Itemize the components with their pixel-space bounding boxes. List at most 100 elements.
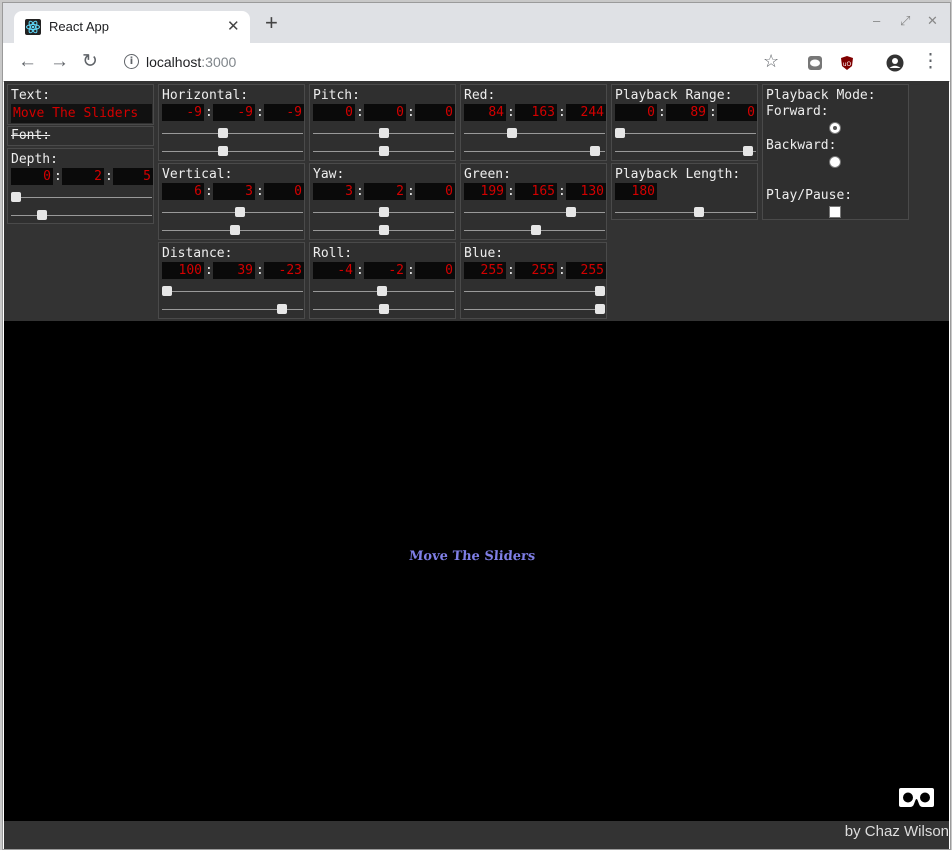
red-value-3[interactable]: 244 <box>566 104 606 121</box>
profile-icon[interactable] <box>886 54 904 72</box>
blue-value-1[interactable]: 255 <box>464 262 506 279</box>
depth-slider-2[interactable] <box>37 210 48 220</box>
font-label[interactable]: Font: <box>11 128 50 143</box>
depth-value-2[interactable]: 2 <box>62 168 104 185</box>
blue-slider-1[interactable] <box>595 286 605 296</box>
forward-label: Forward: <box>766 104 829 119</box>
playback-length-value[interactable]: 180 <box>615 183 657 200</box>
restore-icon[interactable]: ⤢ <box>900 13 910 29</box>
yaw-slider-2[interactable] <box>378 225 389 235</box>
roll-slider-2[interactable] <box>378 304 389 314</box>
playback-range-panel: Playback Range: 0:89:0 <box>611 84 758 161</box>
reload-icon[interactable]: ↻ <box>82 52 98 71</box>
blue-value-3[interactable]: 255 <box>566 262 606 279</box>
blue-slider-2[interactable] <box>595 304 605 314</box>
red-slider-2[interactable] <box>589 146 600 156</box>
forward-radio[interactable] <box>829 122 841 134</box>
separator: : <box>507 105 515 120</box>
pitch-value-3[interactable]: 0 <box>415 104 455 121</box>
distance-slider-2[interactable] <box>277 304 288 314</box>
depth-slider-1[interactable] <box>11 192 21 202</box>
green-slider-1[interactable] <box>566 207 577 217</box>
vertical-value-2[interactable]: 3 <box>213 183 255 200</box>
close-window-icon[interactable]: ✕ <box>927 13 938 29</box>
back-icon[interactable]: ← <box>18 52 37 71</box>
horizontal-slider-1[interactable] <box>218 128 229 138</box>
red-value-1[interactable]: 84 <box>464 104 506 121</box>
extension-chat-icon[interactable] <box>807 55 823 71</box>
text-label: Text: <box>11 88 51 103</box>
separator: : <box>507 184 515 199</box>
green-value-3[interactable]: 130 <box>566 183 606 200</box>
green-panel: Green: 199:165:130 <box>460 163 607 240</box>
red-slider-1[interactable] <box>507 128 518 138</box>
green-label: Green: <box>464 167 511 182</box>
green-value-1[interactable]: 199 <box>464 183 506 200</box>
horizontal-slider-2[interactable] <box>218 146 229 156</box>
new-tab-icon[interactable]: + <box>265 11 278 35</box>
roll-value-1[interactable]: -4 <box>313 262 355 279</box>
pitch-value-2[interactable]: 0 <box>364 104 406 121</box>
roll-value-2[interactable]: -2 <box>364 262 406 279</box>
distance-slider-track-1 <box>162 291 303 292</box>
playback-range-value-1[interactable]: 0 <box>615 104 657 121</box>
red-label: Red: <box>464 88 496 103</box>
pitch-label: Pitch: <box>313 88 360 103</box>
roll-slider-1[interactable] <box>377 286 388 296</box>
vr-goggles-icon[interactable] <box>898 786 935 809</box>
backward-radio[interactable] <box>829 156 841 168</box>
vertical-slider-2[interactable] <box>230 225 241 235</box>
yaw-value-2[interactable]: 2 <box>364 183 406 200</box>
info-icon[interactable]: i <box>124 54 139 69</box>
vertical-value-1[interactable]: 6 <box>162 183 204 200</box>
distance-slider-1[interactable] <box>162 286 172 296</box>
browser-tab[interactable]: React App ✕ <box>14 11 250 43</box>
depth-value-1[interactable]: 0 <box>11 168 53 185</box>
playback-range-slider-1[interactable] <box>615 128 625 138</box>
close-tab-icon[interactable]: ✕ <box>227 17 240 35</box>
vertical-slider-1[interactable] <box>235 207 246 217</box>
pitch-slider-2[interactable] <box>378 146 389 156</box>
yaw-slider-1[interactable] <box>378 207 389 217</box>
font-panel: Font: <box>7 126 154 146</box>
distance-value-2[interactable]: 39 <box>213 262 255 279</box>
playback-length-slider[interactable] <box>693 207 704 217</box>
pitch-slider-1[interactable] <box>378 128 389 138</box>
depth-value-3[interactable]: 5 <box>113 168 153 185</box>
vertical-value-3[interactable]: 0 <box>264 183 304 200</box>
playback-range-slider-track-2 <box>615 151 756 152</box>
horizontal-value-2[interactable]: -9 <box>213 104 255 121</box>
forward-icon[interactable]: → <box>50 52 69 71</box>
text-input[interactable]: Move The Sliders <box>11 104 152 123</box>
scene-canvas[interactable]: Move The Sliders <box>4 321 949 821</box>
ublock-icon[interactable]: uO <box>839 55 855 71</box>
horizontal-value-1[interactable]: -9 <box>162 104 204 121</box>
minimize-icon[interactable]: – <box>873 13 880 28</box>
separator: : <box>256 184 264 199</box>
playback-range-slider-2[interactable] <box>743 146 754 156</box>
bookmark-star-icon[interactable]: ☆ <box>763 51 779 72</box>
horizontal-label: Horizontal: <box>162 88 249 103</box>
red-value-2[interactable]: 163 <box>515 104 557 121</box>
blue-value-2[interactable]: 255 <box>515 262 557 279</box>
distance-value-1[interactable]: 100 <box>162 262 204 279</box>
yaw-value-1[interactable]: 3 <box>313 183 355 200</box>
play-pause-checkbox[interactable] <box>829 206 841 218</box>
playback-range-value-3[interactable]: 0 <box>717 104 757 121</box>
green-value-2[interactable]: 165 <box>515 183 557 200</box>
yaw-value-3[interactable]: 0 <box>415 183 455 200</box>
menu-dots-icon[interactable]: ⋮ <box>921 52 940 71</box>
horizontal-value-3[interactable]: -9 <box>264 104 304 121</box>
separator: : <box>407 105 415 120</box>
react-logo-icon <box>25 19 41 35</box>
address-bar[interactable]: i localhost:3000 ☆ <box>113 47 794 77</box>
playback-range-value-2[interactable]: 89 <box>666 104 708 121</box>
separator: : <box>356 263 364 278</box>
distance-value-3[interactable]: -23 <box>264 262 304 279</box>
roll-value-3[interactable]: 0 <box>415 262 455 279</box>
url-text: localhost:3000 <box>146 54 237 70</box>
pitch-value-1[interactable]: 0 <box>313 104 355 121</box>
red-slider-track-2 <box>464 151 605 152</box>
green-slider-2[interactable] <box>530 225 541 235</box>
vertical-panel: Vertical: 6:3:0 <box>158 163 305 240</box>
